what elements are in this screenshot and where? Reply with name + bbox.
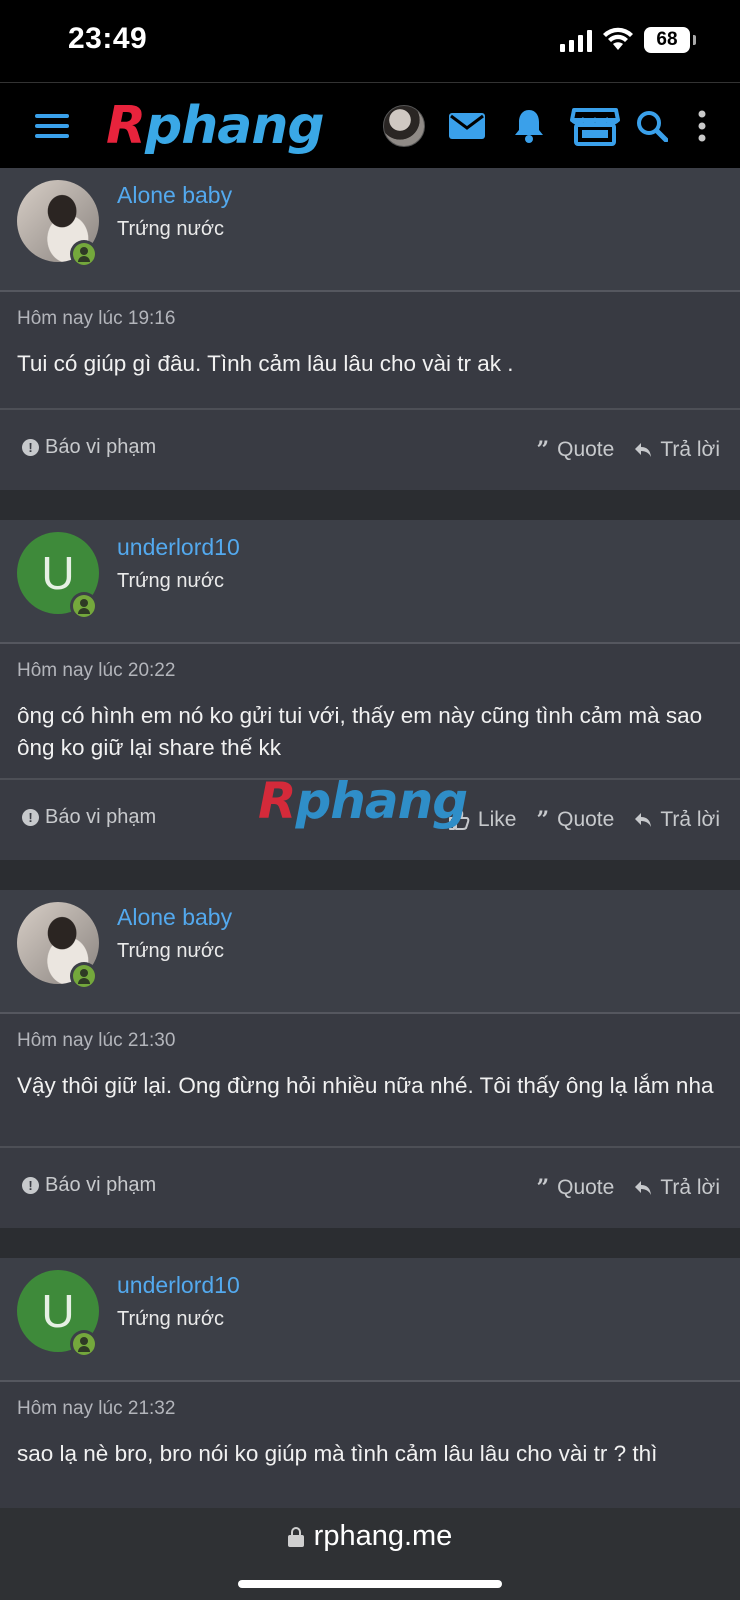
alert-icon: ! xyxy=(22,439,39,456)
logo-text-r: R xyxy=(106,96,146,156)
messages-button[interactable] xyxy=(446,83,488,169)
reply-button[interactable]: Trả lời xyxy=(634,1176,720,1200)
post-user-block: Alone baby Trứng nước xyxy=(0,890,740,1014)
avatar xyxy=(383,105,425,147)
post-username[interactable]: underlord10 xyxy=(117,1272,240,1299)
post-message: Tui có giúp gì đâu. Tình cảm lâu lâu cho… xyxy=(17,351,514,376)
quote-icon: ” xyxy=(536,807,550,833)
status-time: 23:49 xyxy=(68,22,148,55)
post-actions: ! Báo vi phạm Like ” Quote Trả lời xyxy=(0,778,740,860)
post-user-block: Alone baby Trứng nước xyxy=(0,168,740,292)
like-button[interactable]: Like xyxy=(448,808,517,832)
notifications-button[interactable] xyxy=(510,83,548,169)
quote-label: Quote xyxy=(557,1176,615,1199)
post-user-title: Trứng nước xyxy=(117,570,224,592)
home-indicator[interactable] xyxy=(238,1580,502,1588)
quote-button[interactable]: ” Quote xyxy=(536,1176,614,1200)
store-button[interactable] xyxy=(568,83,622,169)
alert-icon: ! xyxy=(22,809,39,826)
thumbs-up-icon xyxy=(448,810,470,830)
post-3: Alone baby Trứng nước Hôm nay lúc 21:30 … xyxy=(0,890,740,1228)
quote-button[interactable]: ” Quote xyxy=(536,438,614,462)
lock-icon xyxy=(287,1526,304,1547)
post-user-block: U underlord10 Trứng nước xyxy=(0,1258,740,1382)
post-date[interactable]: Hôm nay lúc 21:32 xyxy=(17,1398,175,1420)
report-label: Báo vi phạm xyxy=(45,436,157,458)
battery-indicator: 68 xyxy=(644,27,696,53)
reply-button[interactable]: Trả lời xyxy=(634,438,720,462)
post-message: sao lạ nè bro, bro nói ko giúp mà tình c… xyxy=(17,1441,658,1466)
post-2: U underlord10 Trứng nước Hôm nay lúc 20:… xyxy=(0,520,740,860)
quote-icon: ” xyxy=(536,437,550,463)
report-label: Báo vi phạm xyxy=(45,806,157,828)
menu-icon xyxy=(35,114,69,138)
online-status-icon xyxy=(70,1330,98,1358)
more-options-button[interactable] xyxy=(690,83,714,169)
post-user-block: U underlord10 Trứng nước xyxy=(0,520,740,644)
post-user-title: Trứng nước xyxy=(117,1308,224,1330)
online-status-icon xyxy=(70,240,98,268)
like-label: Like xyxy=(477,808,517,831)
search-icon xyxy=(637,111,668,142)
post-date[interactable]: Hôm nay lúc 19:16 xyxy=(17,308,175,330)
reply-button[interactable]: Trả lời xyxy=(634,808,720,832)
post-username[interactable]: Alone baby xyxy=(117,182,232,209)
post-date[interactable]: Hôm nay lúc 21:30 xyxy=(17,1030,175,1052)
post-message: ông có hình em nó ko gửi tui với, thấy e… xyxy=(17,703,703,760)
report-button[interactable]: ! Báo vi phạm xyxy=(22,806,156,829)
status-bar: 23:49 68 xyxy=(0,0,740,82)
post-username[interactable]: Alone baby xyxy=(117,904,232,931)
reply-icon xyxy=(635,813,652,827)
post-4: U underlord10 Trứng nước Hôm nay lúc 21:… xyxy=(0,1258,740,1508)
reply-icon xyxy=(635,1181,652,1195)
url-text: rphang.me xyxy=(313,1520,453,1552)
account-button[interactable] xyxy=(382,83,426,169)
quote-icon: ” xyxy=(536,1175,550,1201)
wifi-icon xyxy=(603,27,633,50)
search-button[interactable] xyxy=(634,83,670,169)
post-username[interactable]: underlord10 xyxy=(117,534,240,561)
reply-label: Trả lời xyxy=(660,438,720,461)
post-user-title: Trứng nước xyxy=(117,940,224,962)
post-actions: ! Báo vi phạm ” Quote Trả lời xyxy=(0,1146,740,1228)
post-1: Alone baby Trứng nước Hôm nay lúc 19:16 … xyxy=(0,168,740,490)
online-status-icon xyxy=(70,592,98,620)
quote-button[interactable]: ” Quote xyxy=(536,808,614,832)
report-button[interactable]: ! Báo vi phạm xyxy=(22,436,156,459)
cellular-signal-icon xyxy=(560,30,592,52)
site-logo[interactable]: Rphang xyxy=(106,91,325,161)
online-status-icon xyxy=(70,962,98,990)
reply-label: Trả lời xyxy=(660,808,720,831)
report-label: Báo vi phạm xyxy=(45,1174,157,1196)
reply-label: Trả lời xyxy=(660,1176,720,1199)
quote-label: Quote xyxy=(557,808,615,831)
alert-icon: ! xyxy=(22,1177,39,1194)
post-user-title: Trứng nước xyxy=(117,218,224,240)
post-actions: ! Báo vi phạm ” Quote Trả lời xyxy=(0,408,740,490)
report-button[interactable]: ! Báo vi phạm xyxy=(22,1174,156,1197)
mail-icon xyxy=(449,113,485,139)
bell-icon xyxy=(515,110,543,143)
reply-icon xyxy=(635,443,652,457)
post-message: Vậy thôi giữ lại. Ong đừng hỏi nhiều nữa… xyxy=(17,1073,714,1098)
more-vertical-icon xyxy=(698,110,706,142)
logo-text-rest: phang xyxy=(145,96,325,156)
post-date[interactable]: Hôm nay lúc 20:22 xyxy=(17,660,175,682)
menu-button[interactable] xyxy=(28,83,76,169)
top-navigation: Rphang xyxy=(0,82,740,168)
quote-label: Quote xyxy=(557,438,615,461)
store-icon xyxy=(570,108,620,146)
